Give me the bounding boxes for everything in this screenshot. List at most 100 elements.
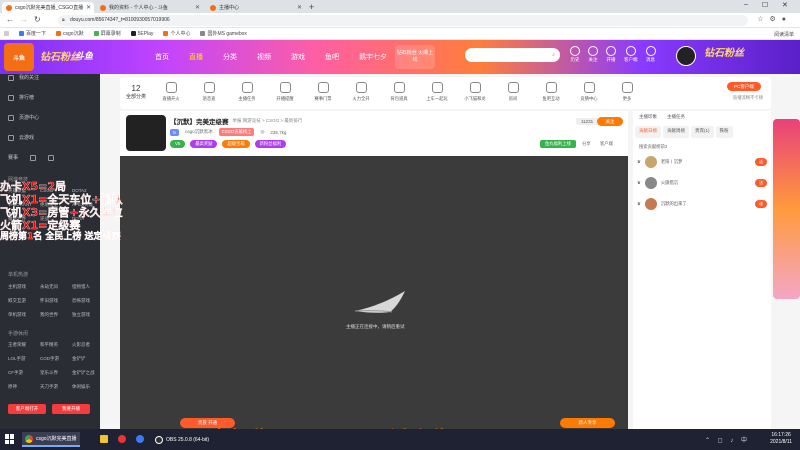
bookmark-item[interactable]: 国外MS gamebox — [200, 30, 247, 37]
sidebar-category[interactable]: 永劫无间 — [40, 284, 72, 290]
sidebar-category[interactable]: LOL手游 — [8, 356, 40, 362]
reload-icon[interactable]: ↻ — [34, 15, 41, 24]
sidebar-category[interactable]: 宠乐斗界 — [40, 370, 72, 376]
category-item[interactable]: 赛事门票 — [308, 82, 338, 102]
windows-start-icon[interactable] — [5, 434, 15, 444]
nav-video[interactable]: 视频 — [257, 52, 271, 62]
taskbar-icon[interactable] — [100, 435, 108, 445]
close-tab-icon[interactable]: ✕ — [86, 4, 91, 11]
sidebar-category[interactable]: 鲸交互游 — [8, 298, 40, 304]
tab-vip[interactable]: 贵宾(1) — [691, 126, 714, 138]
message-button[interactable]: 消息 — [645, 46, 656, 63]
nav-game[interactable]: 游戏 — [291, 52, 305, 62]
client-button[interactable]: 客户端 — [624, 46, 638, 63]
taskbar-item-obs[interactable]: OBS 25.0.8 (64-bit) — [152, 432, 212, 447]
close-tab-icon[interactable]: ✕ — [195, 4, 200, 11]
category-item[interactable]: 房间 — [498, 82, 528, 102]
nav-yuba[interactable]: 鱼吧 — [325, 52, 339, 62]
category-item[interactable]: 小飞猫和龙 — [460, 82, 490, 102]
bookmark-item[interactable]: 5EPlay — [130, 31, 153, 37]
gift-button[interactable]: 送 — [755, 179, 767, 187]
nav-category[interactable]: 分类 — [223, 52, 237, 62]
fish-ball-button[interactable]: 鱼丸福利上线 — [540, 140, 576, 148]
category-item[interactable]: 主播任务 — [232, 82, 262, 102]
all-categories[interactable]: 12 全部分类 — [126, 84, 146, 100]
sidebar-item-rank[interactable]: 排行榜 — [8, 94, 34, 101]
rank-row[interactable]: ♛ 老阳丨沉梦 送 — [637, 156, 767, 168]
sidebar-category[interactable]: 原神 — [8, 384, 40, 390]
tab-weekly-rank[interactable]: 贡献周榜 — [663, 126, 689, 138]
reward-pill[interactable]: 最高奖励 — [190, 140, 218, 148]
back-arrow-icon[interactable]: ← — [6, 15, 14, 24]
search-icon[interactable]: ⌕ — [552, 48, 555, 62]
streamer-name[interactable]: csgo沉默黑冰 — [185, 129, 213, 135]
sidebar-item-follow[interactable]: 我的关注 — [8, 74, 39, 81]
new-fan-pill[interactable]: 新粉丝福利 — [254, 140, 287, 148]
search-input[interactable]: ⌕ — [465, 48, 560, 62]
side-promo-banner[interactable] — [773, 119, 800, 299]
reading-list[interactable]: 阅读清单 — [774, 31, 794, 38]
system-tray-icons[interactable]: ⌃ ◻ ♪ 中 — [705, 435, 750, 444]
sidebar-category[interactable]: 天刀手游 — [40, 384, 72, 390]
trophy-icon[interactable]: 赛事 — [8, 154, 18, 161]
nav-home[interactable]: 首页 — [155, 52, 169, 62]
start-stream-button[interactable]: 开播 — [606, 46, 616, 63]
task-tab[interactable]: 主播任务 — [667, 114, 685, 120]
sword-icon[interactable] — [48, 154, 55, 161]
extension-icons[interactable]: ☆⚙● — [757, 15, 792, 23]
gift-button[interactable]: 送 — [755, 158, 767, 166]
taskbar-icon[interactable] — [118, 435, 126, 445]
close-tab-icon[interactable]: ✕ — [297, 4, 302, 11]
category-item[interactable]: 语音直 — [194, 82, 224, 102]
category-item[interactable]: 鱼吧互动 — [536, 82, 566, 102]
taskbar-item-chrome[interactable]: csgo沉默完美直播 — [22, 432, 80, 447]
gift-button[interactable]: 送 — [755, 200, 767, 208]
vip-tag[interactable]: V5 — [170, 140, 186, 148]
nav-live[interactable]: 直播 — [189, 52, 203, 62]
streamer-avatar[interactable] — [126, 115, 166, 151]
minimize-button[interactable]: – — [744, 1, 748, 8]
nav-event[interactable]: 鹅宇七夕 — [359, 52, 387, 62]
client-watch-button[interactable]: 客户端 — [600, 141, 613, 147]
close-window-button[interactable]: ✕ — [782, 1, 788, 9]
bookmark-item[interactable]: csgo沉默 — [56, 30, 84, 37]
browser-tab[interactable]: 我的资料 - 个人中心 - 斗鱼 ✕ — [96, 2, 204, 13]
taskbar-icon[interactable] — [136, 435, 144, 445]
video-player[interactable]: 主播正在连接中，请稍后重试 贵族 开通 新人专享 — [120, 156, 628, 429]
fans-badge[interactable]: CSGO贡献榜上 — [218, 128, 255, 136]
category-item[interactable]: 更多 — [612, 82, 642, 102]
sidebar-icon-row[interactable]: 赛事 — [8, 154, 55, 161]
category-item[interactable]: 背包道具 — [384, 82, 414, 102]
sidebar-category[interactable]: COD手游 — [40, 356, 72, 362]
rank-row[interactable]: ♛ 火旗猎沉 送 — [637, 177, 767, 189]
follow-list-button[interactable]: 关注 — [588, 46, 598, 63]
start-stream-sidebar-button[interactable]: 我要开播 — [52, 404, 90, 414]
sidebar-category[interactable]: 怀旧游戏 — [40, 298, 72, 304]
bookmark-item[interactable] — [4, 31, 9, 36]
header-right-promo[interactable]: 钻石粉丝 — [704, 44, 744, 59]
share-button[interactable]: 分享 — [582, 141, 591, 147]
shield-icon[interactable] — [30, 154, 37, 161]
douyu-logo[interactable]: 斗鱼 — [4, 43, 34, 71]
category-item[interactable]: 开播提醒 — [270, 82, 300, 102]
category-item[interactable]: 直播开火 — [156, 82, 186, 102]
url-bar[interactable]: 🔒︎ douyu.com/8567434?_t=8100930057019906 — [58, 15, 748, 26]
impression-tab[interactable]: 主播印象 — [639, 114, 657, 120]
bookmark-item[interactable]: 个人中心 — [163, 30, 190, 37]
sidebar-category[interactable]: 王者荣耀 — [8, 342, 40, 348]
forward-arrow-icon[interactable]: → — [20, 15, 28, 24]
newbie-button[interactable]: 新人专享 — [560, 418, 615, 428]
room-meta[interactable]: 举报 网游竞技 > CSGO > 最新排行 — [233, 118, 303, 124]
maximize-button[interactable]: ☐ — [762, 1, 768, 9]
category-item[interactable]: 火力全开 — [346, 82, 376, 102]
follow-button[interactable]: 关注 — [597, 117, 623, 126]
bookmark-item[interactable]: 百度一下 — [19, 30, 46, 37]
rank-row[interactable]: ♛ 沉默的出来了 送 — [637, 198, 767, 210]
sidebar-item-cloudgame[interactable]: 云游戏 — [8, 134, 34, 141]
pc-client-button[interactable]: PC客户端 — [727, 82, 761, 91]
bookmark-item[interactable]: 屏幕录制 — [93, 30, 121, 37]
category-item[interactable]: 上车一起玩 — [422, 82, 452, 102]
tab-daily-rank[interactable]: 贡献日榜 — [635, 126, 661, 138]
sidebar-category[interactable]: 我的世界 — [40, 312, 72, 318]
browser-tab[interactable]: 主播中心 ✕ — [206, 2, 306, 13]
